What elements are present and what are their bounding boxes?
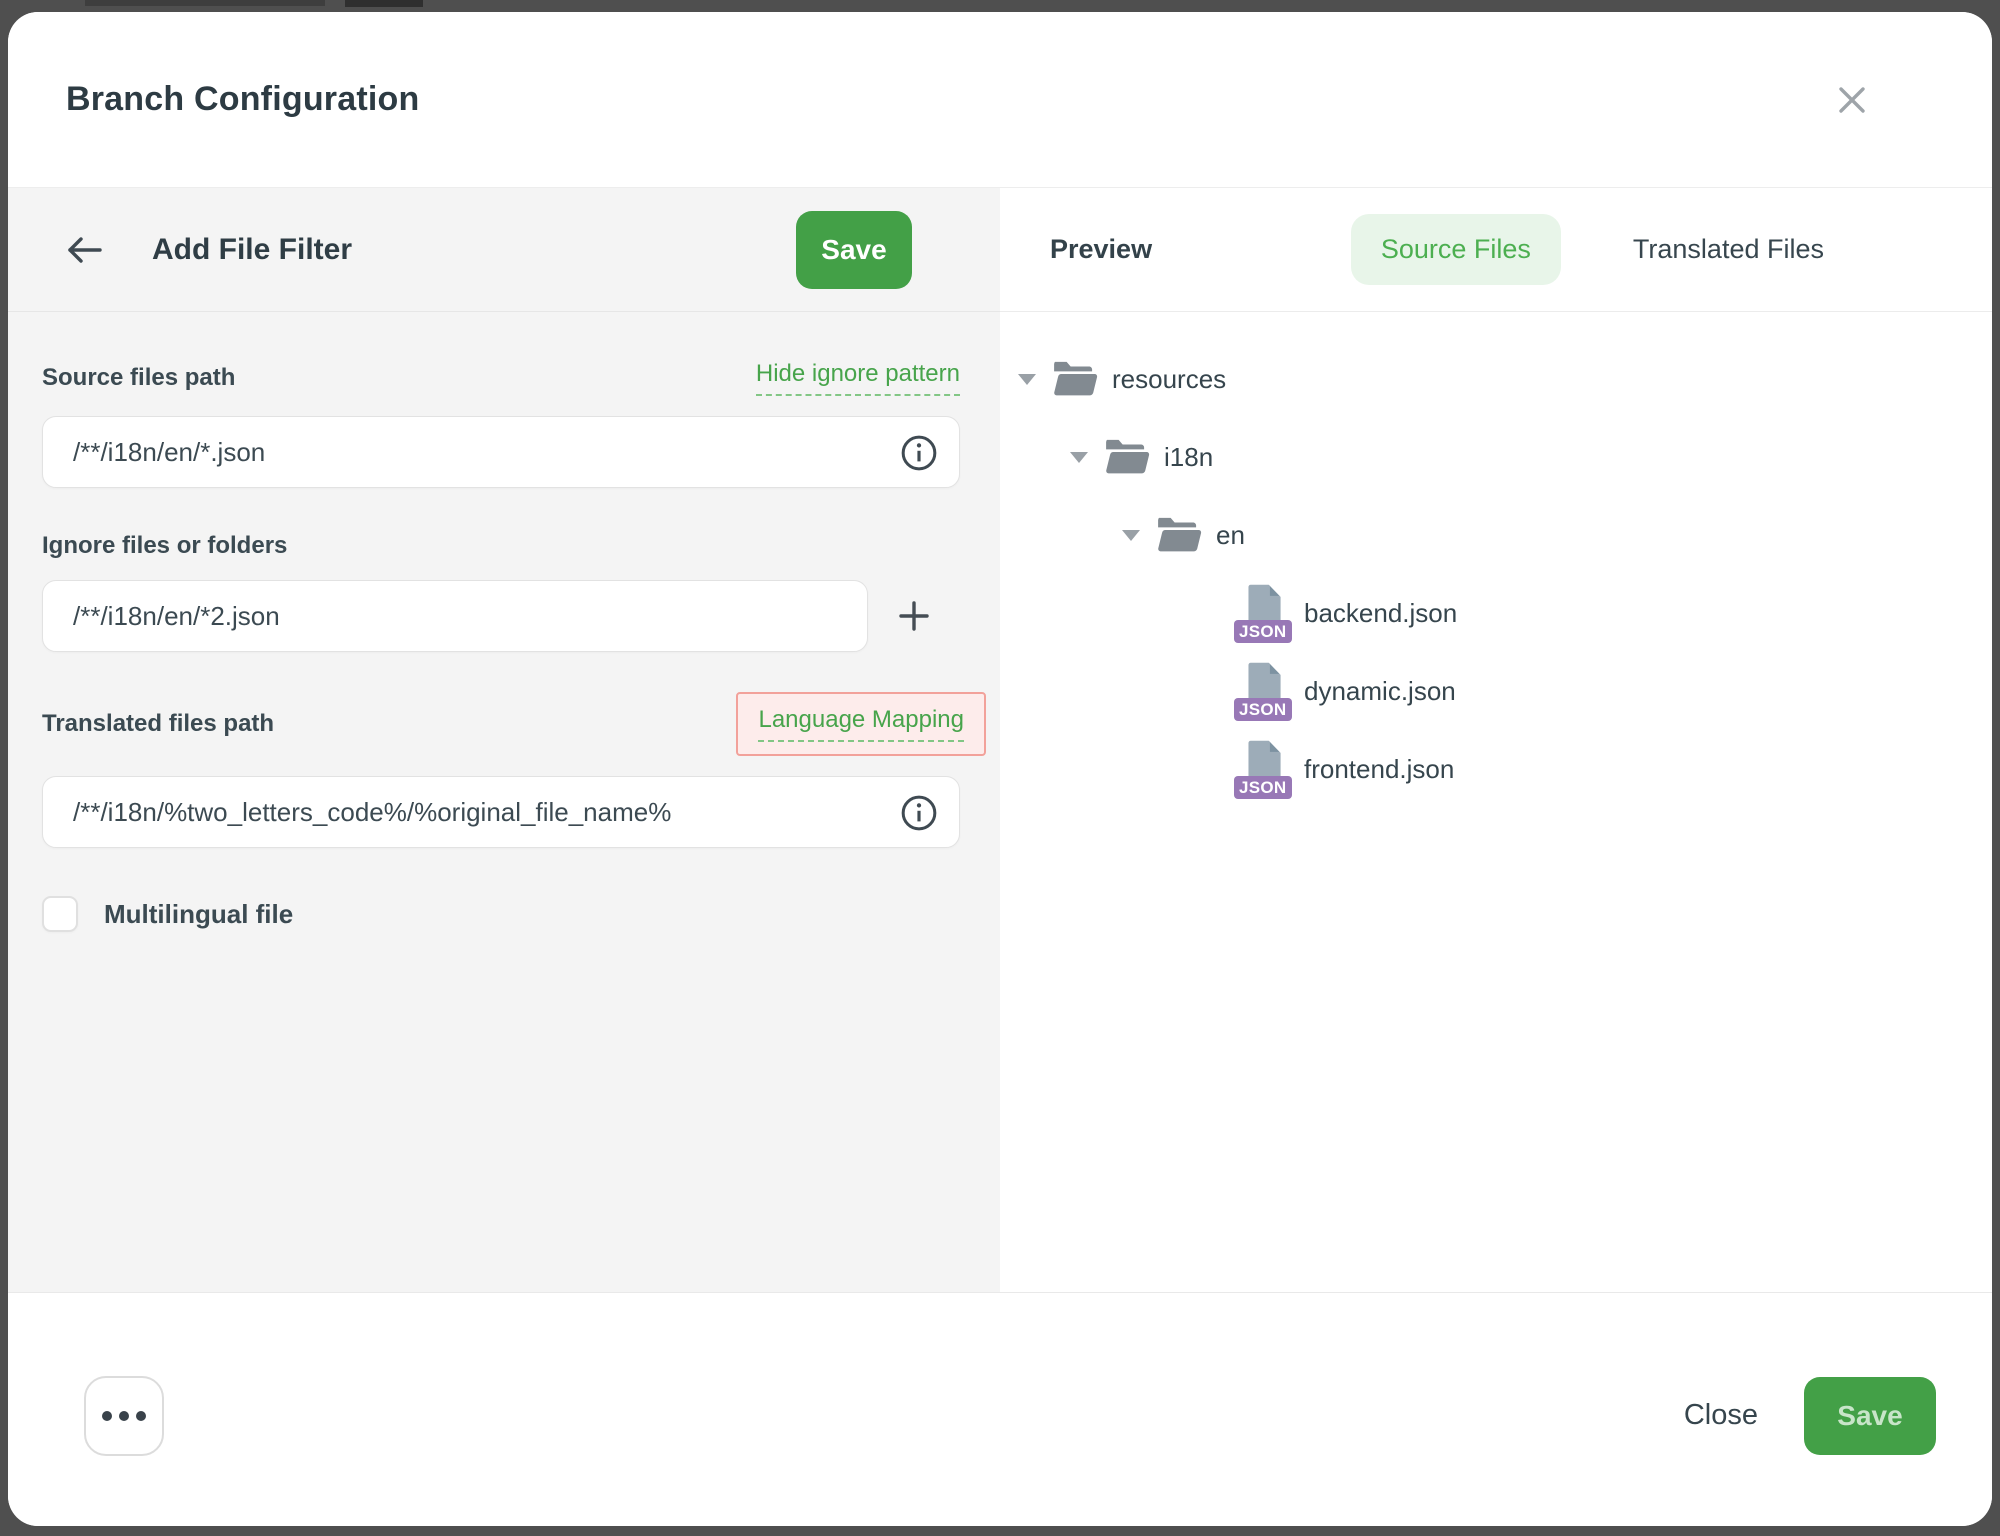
- json-file-icon: JSON: [1236, 583, 1286, 643]
- add-ignore-pattern-icon[interactable]: [868, 580, 960, 652]
- tab-source-files[interactable]: Source Files: [1351, 214, 1561, 285]
- file-tree: resources i18n en JSON backend.json JSON dynam…: [1000, 312, 1992, 1292]
- json-badge: JSON: [1234, 698, 1292, 721]
- tree-row-resources[interactable]: resources: [1018, 340, 1992, 418]
- folder-open-icon: [1156, 516, 1202, 554]
- back-arrow-icon[interactable]: [64, 234, 104, 266]
- preview-tabs: Source Files Translated Files: [1351, 214, 1854, 285]
- background-page-fragment: [345, 0, 423, 7]
- info-icon[interactable]: [900, 434, 938, 472]
- tree-item-label: i18n: [1164, 442, 1213, 473]
- preview-title: Preview: [1050, 234, 1152, 265]
- close-icon[interactable]: [1824, 72, 1880, 128]
- file-filter-header: Add File Filter Save: [8, 188, 1000, 312]
- file-filter-title: Add File Filter: [152, 233, 352, 267]
- save-configuration-button[interactable]: Save: [1804, 1377, 1936, 1455]
- json-file-icon: JSON: [1236, 661, 1286, 721]
- tree-row-en[interactable]: en: [1018, 496, 1992, 574]
- tree-row-dynamic-json[interactable]: JSON dynamic.json: [1018, 652, 1992, 730]
- file-filter-form: Source files path Hide ignore pattern: [8, 312, 1000, 1292]
- tree-item-label: dynamic.json: [1304, 676, 1456, 707]
- dialog-header: Branch Configuration: [8, 12, 1992, 188]
- ignore-files-label: Ignore files or folders: [42, 532, 287, 560]
- source-files-path-label: Source files path: [42, 364, 235, 392]
- close-dialog-button[interactable]: Close: [1684, 1399, 1758, 1432]
- source-files-path-input[interactable]: [42, 416, 960, 488]
- chevron-down-icon[interactable]: [1070, 452, 1088, 463]
- preview-header: Preview Source Files Translated Files: [1000, 188, 1992, 312]
- multilingual-file-label: Multilingual file: [104, 899, 293, 930]
- tree-item-label: en: [1216, 520, 1245, 551]
- dialog-footer: Close Save: [8, 1292, 1992, 1526]
- file-filter-panel: Add File Filter Save Source files path H…: [8, 188, 1000, 1292]
- ignore-pattern-input[interactable]: [42, 580, 868, 652]
- tree-row-frontend-json[interactable]: JSON frontend.json: [1018, 730, 1992, 808]
- folder-open-icon: [1052, 360, 1098, 398]
- tab-translated-files[interactable]: Translated Files: [1603, 214, 1854, 285]
- language-mapping-highlight: Language Mapping: [736, 692, 986, 756]
- chevron-down-icon[interactable]: [1018, 374, 1036, 385]
- background-page-fragment: [85, 0, 325, 6]
- json-file-icon: JSON: [1236, 739, 1286, 799]
- multilingual-file-checkbox[interactable]: [42, 896, 78, 932]
- folder-open-icon: [1104, 438, 1150, 476]
- tree-item-label: frontend.json: [1304, 754, 1454, 785]
- more-options-icon[interactable]: [84, 1376, 164, 1456]
- chevron-down-icon[interactable]: [1122, 530, 1140, 541]
- dialog-title: Branch Configuration: [66, 80, 419, 119]
- translated-files-path-input[interactable]: [42, 776, 960, 848]
- info-icon[interactable]: [900, 794, 938, 832]
- preview-panel: Preview Source Files Translated Files res…: [1000, 188, 1992, 1292]
- tree-item-label: backend.json: [1304, 598, 1457, 629]
- tree-item-label: resources: [1112, 364, 1226, 395]
- json-badge: JSON: [1234, 776, 1292, 799]
- json-badge: JSON: [1234, 620, 1292, 643]
- save-filter-button[interactable]: Save: [796, 211, 912, 289]
- hide-ignore-pattern-link[interactable]: Hide ignore pattern: [756, 360, 960, 396]
- translated-files-path-label: Translated files path: [42, 710, 274, 738]
- tree-row-backend-json[interactable]: JSON backend.json: [1018, 574, 1992, 652]
- branch-configuration-dialog: Branch Configuration Add File Filter Sav…: [8, 12, 1992, 1526]
- language-mapping-link[interactable]: Language Mapping: [758, 706, 964, 742]
- tree-row-i18n[interactable]: i18n: [1018, 418, 1992, 496]
